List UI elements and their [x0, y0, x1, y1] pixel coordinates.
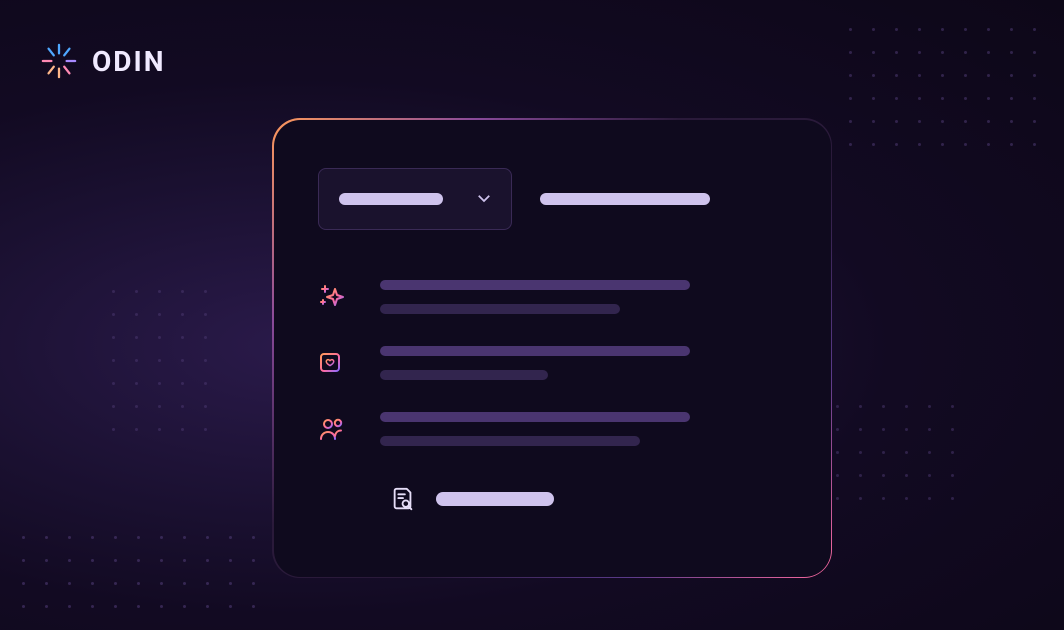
list-item-subtitle-placeholder: [380, 370, 548, 380]
list-item: [318, 280, 787, 314]
brand-logo: ODIN: [40, 42, 165, 80]
list-item-subtitle-placeholder: [380, 436, 640, 446]
sparkle-icon: [318, 282, 346, 310]
list-item: [318, 346, 787, 380]
decoration-dots-bottom-left: [22, 536, 255, 608]
list-item-title-placeholder: [380, 280, 690, 290]
odin-logo-icon: [40, 42, 78, 80]
header-label-placeholder: [540, 193, 710, 205]
footer-action[interactable]: [390, 486, 787, 512]
decoration-dots-mid-right: [836, 405, 954, 500]
footer-label-placeholder: [436, 492, 554, 506]
decoration-dots-mid-left: [112, 290, 207, 431]
feature-list: [318, 280, 787, 446]
dropdown-selector[interactable]: [318, 168, 512, 230]
chevron-down-icon: [477, 194, 491, 203]
list-item-title-placeholder: [380, 412, 690, 422]
dropdown-label-placeholder: [339, 193, 443, 205]
feature-card: [272, 118, 832, 578]
list-item: [318, 412, 787, 446]
calendar-heart-icon: [318, 348, 346, 376]
brand-name: ODIN: [92, 45, 165, 78]
list-item-title-placeholder: [380, 346, 690, 356]
decoration-dots-top-right: [849, 28, 1036, 146]
users-icon: [318, 414, 346, 442]
list-item-subtitle-placeholder: [380, 304, 620, 314]
document-search-icon: [390, 486, 416, 512]
